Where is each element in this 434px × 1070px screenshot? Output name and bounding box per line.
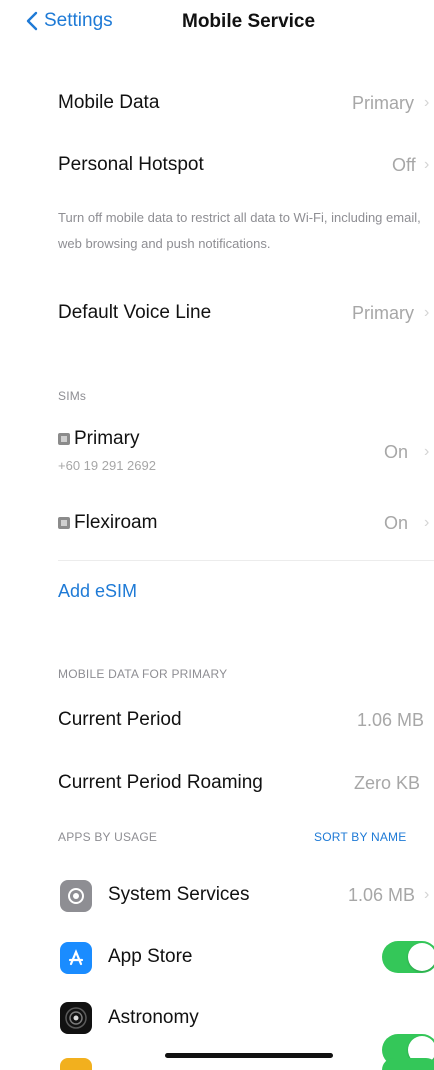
app-name: System Services bbox=[108, 884, 250, 905]
sim-card-icon bbox=[58, 517, 70, 529]
chevron-right-icon: › bbox=[424, 886, 430, 903]
toggle-partial[interactable] bbox=[382, 1058, 434, 1070]
chevron-right-icon: › bbox=[424, 304, 430, 321]
app-row-astronomy: Astronomy bbox=[0, 32, 434, 1066]
sim-status: On bbox=[384, 442, 409, 462]
current-period-label: Current Period bbox=[58, 709, 182, 730]
sim-status: On bbox=[384, 513, 409, 533]
app-store-icon bbox=[60, 942, 92, 974]
sim-name: Primary bbox=[74, 428, 140, 449]
sim-name: Flexiroam bbox=[74, 512, 158, 533]
page-title: Mobile Service bbox=[182, 11, 316, 32]
divider bbox=[58, 560, 434, 561]
app-usage: 1.06 MB bbox=[348, 885, 416, 905]
default-voice-line-value: Primary bbox=[352, 303, 414, 323]
chevron-left-icon bbox=[26, 11, 38, 31]
current-period-roaming-value: Zero KB bbox=[354, 773, 421, 793]
app-name: Astronomy bbox=[108, 1007, 199, 1028]
current-period-roaming-label: Current Period Roaming bbox=[58, 772, 263, 793]
default-voice-line-label: Default Voice Line bbox=[58, 302, 212, 323]
sims-section-header: SIMs bbox=[58, 389, 87, 403]
app-icon-partial bbox=[60, 1058, 92, 1070]
sim-number: +60 19 291 2692 bbox=[58, 458, 156, 473]
astronomy-icon bbox=[60, 1002, 92, 1034]
chevron-right-icon: › bbox=[424, 514, 430, 531]
chevron-right-icon: › bbox=[424, 443, 430, 460]
mobile-data-section-header: MOBILE DATA FOR PRIMARY bbox=[58, 667, 228, 681]
mobile-data-footnote: Turn off mobile data to restrict all dat… bbox=[58, 210, 421, 251]
back-label: Settings bbox=[44, 10, 113, 31]
gear-icon bbox=[60, 880, 92, 912]
home-indicator[interactable] bbox=[165, 1053, 333, 1058]
sim-card-icon bbox=[58, 433, 70, 445]
personal-hotspot-label: Personal Hotspot bbox=[58, 154, 204, 175]
app-name: App Store bbox=[108, 946, 193, 967]
back-button[interactable]: Settings bbox=[26, 10, 113, 32]
mobile-data-value: Primary bbox=[352, 93, 414, 113]
sort-by-name-button[interactable]: SORT BY NAME bbox=[314, 830, 406, 844]
app-store-toggle[interactable] bbox=[382, 941, 434, 973]
personal-hotspot-value: Off bbox=[392, 155, 416, 175]
current-period-value: 1.06 MB bbox=[357, 710, 425, 730]
add-esim-button[interactable]: Add eSIM bbox=[58, 581, 137, 602]
mobile-data-label: Mobile Data bbox=[58, 92, 160, 113]
apps-section-header: APPS BY USAGE bbox=[58, 830, 158, 844]
chevron-right-icon: › bbox=[424, 156, 430, 173]
chevron-right-icon: › bbox=[424, 94, 430, 111]
